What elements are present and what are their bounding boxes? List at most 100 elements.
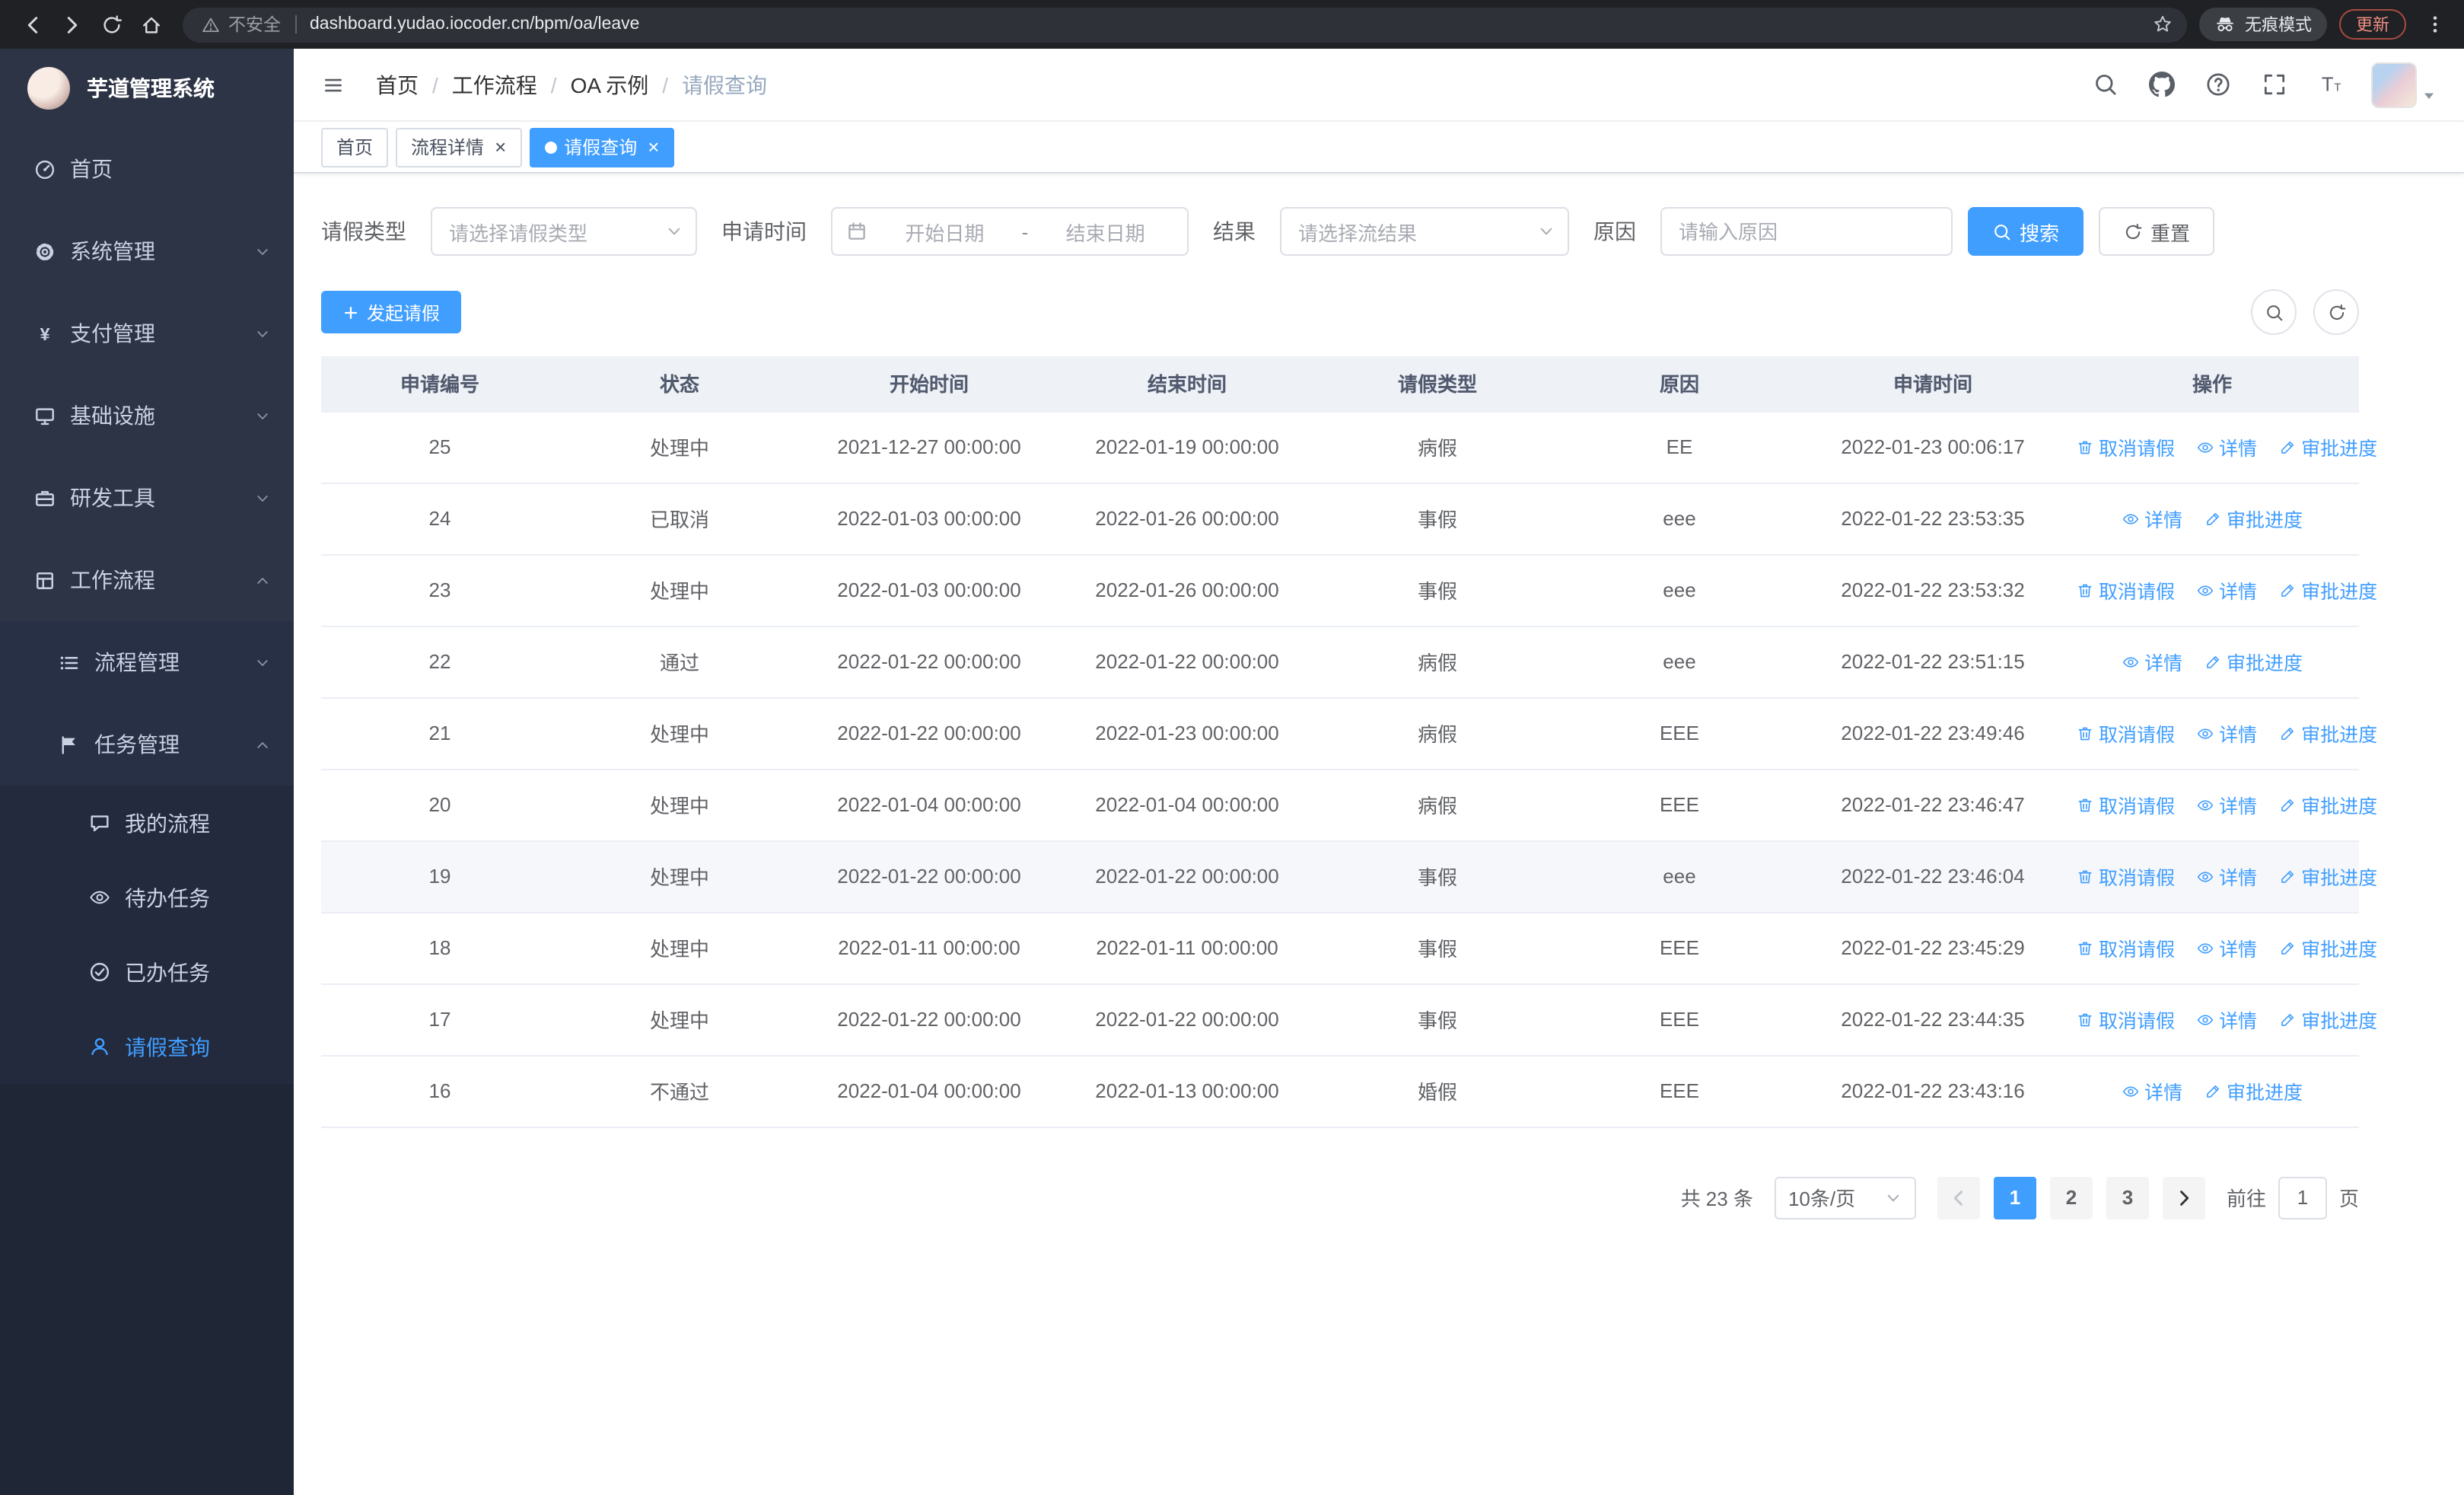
sidebar-item-task-mgmt[interactable]: 任务管理 <box>0 703 294 786</box>
tab-process-detail[interactable]: 流程详情 × <box>396 127 522 167</box>
help-button[interactable] <box>2202 69 2233 100</box>
detail-link[interactable]: 详情 <box>2196 719 2257 748</box>
browser-back-button[interactable] <box>12 5 52 44</box>
cancel-link[interactable]: 取消请假 <box>2076 575 2175 604</box>
font-size-button[interactable]: TT <box>2315 69 2345 100</box>
page-1-button[interactable]: 1 <box>1993 1176 2036 1219</box>
sidebar-item-workflow[interactable]: 工作流程 <box>0 539 294 621</box>
reset-button[interactable]: 重置 <box>2099 207 2215 256</box>
bookmark-star-button[interactable] <box>2146 8 2179 41</box>
apply-time-cell: 2022-01-22 23:53:35 <box>1800 483 2065 555</box>
tab-leave-query[interactable]: 请假查询 × <box>529 127 675 167</box>
breadcrumb-item[interactable]: 工作流程 <box>452 69 537 100</box>
progress-link[interactable]: 审批进度 <box>2278 1005 2377 1034</box>
browser-update-button[interactable]: 更新 <box>2339 9 2406 40</box>
page-3-button[interactable]: 3 <box>2106 1176 2149 1219</box>
refresh-table-button[interactable] <box>2313 289 2359 335</box>
progress-link[interactable]: 审批进度 <box>2278 790 2377 819</box>
sidebar-item-process-mgmt[interactable]: 流程管理 <box>0 621 294 703</box>
fullscreen-button[interactable] <box>2259 69 2289 100</box>
sidebar-collapse-button[interactable] <box>315 66 352 103</box>
apply-time-label: 申请时间 <box>721 219 807 244</box>
detail-link[interactable]: 详情 <box>2122 647 2182 676</box>
detail-link[interactable]: 详情 <box>2196 933 2257 962</box>
tab-home[interactable]: 首页 <box>321 127 389 167</box>
page-2-button[interactable]: 2 <box>2049 1176 2093 1219</box>
sidebar-item-infrastructure[interactable]: 基础设施 <box>0 375 294 457</box>
sidebar-item-payment[interactable]: ¥ 支付管理 <box>0 292 294 375</box>
end-time-cell: 2022-01-13 00:00:00 <box>1058 1055 1316 1127</box>
github-button[interactable] <box>2146 69 2176 100</box>
chevron-down-icon <box>1887 1194 1899 1201</box>
cancel-link[interactable]: 取消请假 <box>2076 862 2175 891</box>
status-cell: 不通过 <box>559 1055 801 1127</box>
detail-link[interactable]: 详情 <box>2196 790 2257 819</box>
sidebar-item-my-process[interactable]: 我的流程 <box>0 786 294 860</box>
reason-input[interactable] <box>1660 207 1953 256</box>
chevron-down-icon <box>1540 228 1552 235</box>
detail-link[interactable]: 详情 <box>2196 1005 2257 1034</box>
progress-link[interactable]: 审批进度 <box>2278 933 2377 962</box>
sidebar-item-todo-tasks[interactable]: 待办任务 <box>0 860 294 935</box>
omnibox-divider <box>294 15 296 33</box>
detail-link[interactable]: 详情 <box>2196 862 2257 891</box>
edit-icon <box>2281 726 2294 739</box>
browser-address-bar[interactable]: 不安全 dashboard.yudao.iocoder.cn/bpm/oa/le… <box>183 7 2187 42</box>
search-button[interactable]: 搜索 <box>1968 207 2084 256</box>
progress-link[interactable]: 审批进度 <box>2204 1076 2303 1105</box>
grid-icon <box>37 572 53 588</box>
sidebar-item-system[interactable]: 系统管理 <box>0 210 294 292</box>
apply-time-cell: 2022-01-22 23:44:35 <box>1800 983 2065 1056</box>
tab-close-icon[interactable]: × <box>495 137 506 157</box>
goto-page-input[interactable] <box>2278 1176 2327 1219</box>
progress-link[interactable]: 审批进度 <box>2278 862 2377 891</box>
sidebar-item-devtools[interactable]: 研发工具 <box>0 457 294 539</box>
tab-close-icon[interactable]: × <box>648 137 659 157</box>
cancel-link[interactable]: 取消请假 <box>2076 1005 2175 1034</box>
cancel-link[interactable]: 取消请假 <box>2076 790 2175 819</box>
create-leave-button[interactable]: 发起请假 <box>321 291 462 333</box>
user-menu[interactable] <box>2371 62 2437 107</box>
progress-link[interactable]: 审批进度 <box>2278 575 2377 604</box>
start-time-cell: 2022-01-04 00:00:00 <box>801 1055 1058 1127</box>
page-size-select[interactable]: 10条/页 <box>1774 1176 1916 1219</box>
breadcrumb-item[interactable]: OA 示例 <box>571 69 649 100</box>
chevron-up-icon <box>257 577 268 583</box>
progress-link[interactable]: 审批进度 <box>2278 719 2377 748</box>
end-time-cell: 2022-01-19 00:00:00 <box>1058 411 1316 483</box>
cancel-link[interactable]: 取消请假 <box>2076 933 2175 962</box>
browser-home-button[interactable] <box>131 5 170 44</box>
browser-reload-button[interactable] <box>91 5 131 44</box>
progress-link[interactable]: 审批进度 <box>2278 432 2377 461</box>
leave-type-cell: 事假 <box>1316 912 1558 984</box>
browser-menu-button[interactable] <box>2418 5 2452 44</box>
browser-forward-button[interactable] <box>52 5 91 44</box>
detail-link[interactable]: 详情 <box>2196 432 2257 461</box>
leave-type-placeholder: 请选择请假类型 <box>449 222 588 244</box>
start-time-cell: 2022-01-22 00:00:00 <box>801 840 1058 913</box>
cancel-link[interactable]: 取消请假 <box>2076 719 2175 748</box>
apply-id-cell: 21 <box>321 697 559 770</box>
next-page-button[interactable] <box>2162 1176 2205 1219</box>
sidebar-item-leave-query[interactable]: 请假查询 <box>0 1009 294 1084</box>
leave-type-select[interactable]: 请选择请假类型 <box>431 207 697 256</box>
prev-page-button[interactable] <box>1937 1176 1980 1219</box>
cancel-link[interactable]: 取消请假 <box>2076 432 2175 461</box>
progress-link[interactable]: 审批进度 <box>2204 647 2303 676</box>
result-select[interactable]: 请选择流结果 <box>1280 207 1569 256</box>
apply-time-range-picker[interactable]: 开始日期 - 结束日期 <box>831 207 1189 256</box>
breadcrumb-item[interactable]: 首页 <box>376 69 419 100</box>
sidebar-item-home[interactable]: 首页 <box>0 128 294 210</box>
incognito-label: 无痕模式 <box>2245 17 2312 35</box>
header-search-button[interactable] <box>2090 69 2120 100</box>
status-cell: 处理中 <box>559 697 801 770</box>
sidebar-item-done-tasks[interactable]: 已办任务 <box>0 935 294 1009</box>
detail-link[interactable]: 详情 <box>2196 575 2257 604</box>
reason-cell: EEE <box>1558 983 1800 1056</box>
detail-link[interactable]: 详情 <box>2122 504 2182 533</box>
toggle-search-button[interactable] <box>2251 289 2297 335</box>
progress-link[interactable]: 审批进度 <box>2204 504 2303 533</box>
detail-link[interactable]: 详情 <box>2122 1076 2182 1105</box>
app-logo[interactable]: 芋道管理系统 <box>0 49 294 128</box>
trash-icon <box>2078 583 2092 597</box>
